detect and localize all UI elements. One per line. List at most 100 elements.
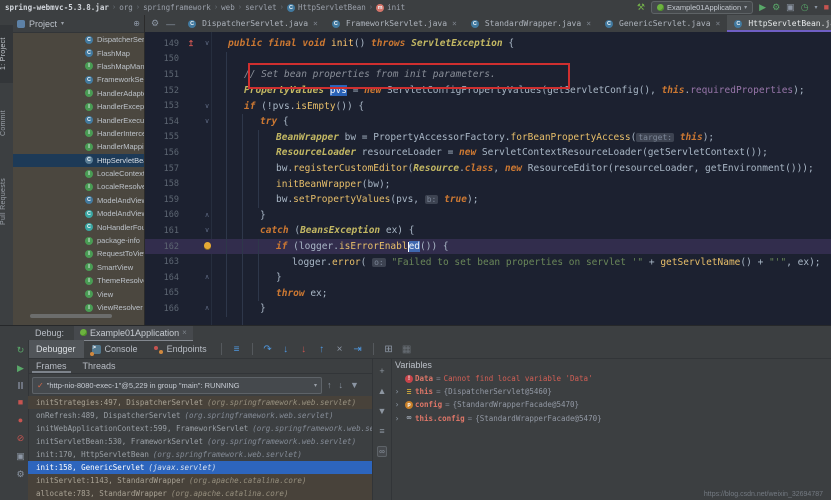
watch-menu-icon[interactable]: ≡ [379, 426, 384, 436]
view-tab-threads[interactable]: Threads [75, 358, 124, 373]
move-watch-down-icon[interactable]: ▼ [378, 406, 387, 416]
close-icon[interactable]: × [586, 19, 591, 28]
variable-row[interactable]: !Data=Cannot find local variable 'Data' [391, 372, 831, 385]
drop-frame-icon[interactable]: × [331, 344, 349, 355]
stack-frame[interactable]: init:158, GenericServlet(javax.servlet) [28, 461, 372, 474]
build-hammer-icon[interactable]: ⚒ [637, 2, 645, 13]
project-tree-item[interactable]: IHandlerMapping [13, 140, 144, 153]
line-number[interactable]: 158 [145, 179, 183, 189]
fold-marker[interactable] [199, 242, 215, 251]
project-tree-item[interactable]: IHandlerAdapter [13, 87, 144, 100]
project-tree-item[interactable]: IRequestToViewName [13, 247, 144, 260]
layout-menu-icon[interactable]: ≡ [228, 344, 246, 355]
chevron-down-icon[interactable]: ▾ [815, 4, 818, 11]
fold-marker[interactable]: ∧ [199, 305, 215, 312]
run-button[interactable]: ▶ [759, 3, 766, 12]
debug-button[interactable]: ⚙ [772, 3, 780, 12]
line-number[interactable]: 157 [145, 164, 183, 174]
add-watch-icon[interactable]: + [379, 366, 384, 376]
project-tree-item[interactable]: ISmartView [13, 261, 144, 274]
show-watches-icon[interactable]: ∞ [377, 446, 387, 457]
variable-row[interactable]: ›≡this={DispatcherServlet@5460} [391, 385, 831, 398]
project-tree-item[interactable]: IThemeResolver [13, 274, 144, 287]
fold-marker[interactable]: ∨ [199, 227, 215, 234]
editor-tab[interactable]: CFrameworkServlet.java× [325, 15, 464, 32]
project-tree-item[interactable]: CHttpServletBean [13, 154, 144, 167]
move-watch-up-icon[interactable]: ▲ [378, 386, 387, 396]
editor-tab[interactable]: CDispatcherServlet.java× [181, 15, 325, 32]
editor-tab[interactable]: CStandardWrapper.java× [464, 15, 598, 32]
fold-marker[interactable]: ∧ [199, 212, 215, 219]
coverage-button[interactable]: ▣ [786, 3, 795, 12]
project-tree-item[interactable]: CDispatcherServlet [13, 33, 144, 46]
variable-row[interactable]: ›pconfig={StandardWrapperFacade@5470} [391, 398, 831, 411]
expand-chevron-icon[interactable]: › [391, 400, 403, 409]
debug-tab-debugger[interactable]: Debugger [28, 340, 84, 358]
project-tree-item[interactable]: IHandlerIntercepto [13, 127, 144, 140]
project-tree-item[interactable]: CFrameworkServlet [13, 73, 144, 86]
settings-gear-icon[interactable]: ⚙ [16, 470, 24, 479]
editor-tab[interactable]: CGenericServlet.java× [598, 15, 727, 32]
line-number[interactable]: 152 [145, 86, 183, 96]
line-number[interactable]: 161 [145, 226, 183, 236]
stop-button[interactable]: ■ [824, 3, 829, 12]
variable-row[interactable]: ›∞this.config={StandardWrapperFacade@547… [391, 412, 831, 425]
project-tree-item[interactable]: CModelAndViewDefin [13, 207, 144, 220]
project-tree-item[interactable]: CHandlerExecutionC [13, 113, 144, 126]
editor-tab[interactable]: CHttpServletBean.java× [727, 15, 831, 32]
stop-icon[interactable]: ■ [18, 398, 23, 407]
pause-icon[interactable] [18, 382, 24, 389]
view-tab-frames[interactable]: Frames [28, 358, 75, 373]
step-over-icon[interactable]: ↷ [259, 344, 277, 355]
close-icon[interactable]: × [716, 19, 721, 28]
code-editor[interactable]: 149↥∨public final void init() throws Ser… [145, 32, 831, 325]
horizontal-scrollbar[interactable] [30, 314, 112, 318]
filter-frames-icon[interactable]: ▼ [350, 380, 359, 390]
thread-selector[interactable]: ✓ "http-nio-8080-exec-1"@5,229 in group … [32, 377, 322, 394]
fold-marker[interactable]: ∨ [199, 118, 215, 125]
override-marker-icon[interactable]: ↥ [188, 39, 195, 48]
stack-frame[interactable]: initServlet:1143, StandardWrapper(org.ap… [28, 474, 372, 487]
close-icon[interactable]: × [452, 19, 457, 28]
gear-icon[interactable]: ⚙ [151, 18, 159, 29]
breadcrumb-item[interactable]: servlet [245, 3, 277, 12]
run-config-selector[interactable]: Example01Application ▾ [651, 1, 753, 14]
fold-marker[interactable]: ∨ [199, 103, 215, 110]
force-step-into-icon[interactable]: ↓ [295, 344, 313, 355]
project-tree-item[interactable]: IFlashMapManager [13, 60, 144, 73]
project-tree-item[interactable]: IHandlerExceptionR [13, 100, 144, 113]
line-number[interactable]: 156 [145, 148, 183, 158]
project-tree-item[interactable]: ILocaleContextReso [13, 167, 144, 180]
line-number[interactable]: 165 [145, 288, 183, 298]
line-number[interactable]: 159 [145, 195, 183, 205]
profiler-button[interactable]: ◷ [801, 3, 809, 12]
breadcrumb-item[interactable]: springframework [143, 3, 211, 12]
line-number[interactable]: 149 [145, 39, 183, 49]
expand-chevron-icon[interactable]: › [391, 414, 403, 423]
intention-bulb-icon[interactable] [204, 242, 211, 249]
line-number[interactable]: 150 [145, 54, 183, 64]
line-number[interactable]: 162 [145, 242, 183, 252]
tool-window-button[interactable]: Commit [0, 103, 13, 143]
line-number[interactable]: 160 [145, 210, 183, 220]
step-out-icon[interactable]: ↑ [313, 344, 331, 355]
project-tree-item[interactable]: IViewResolver [13, 301, 144, 314]
stack-frame[interactable]: initWebApplicationContext:599, Framework… [28, 422, 372, 435]
step-into-icon[interactable]: ↓ [277, 344, 295, 355]
line-number[interactable]: 163 [145, 257, 183, 267]
layout-settings-icon[interactable]: ▦ [398, 344, 416, 355]
line-number[interactable]: 153 [145, 101, 183, 111]
project-tree-item[interactable]: ILocaleResolver [13, 180, 144, 193]
line-number[interactable]: 151 [145, 70, 183, 80]
breadcrumb-item[interactable]: spring-webmvc-5.3.8.jar [5, 3, 109, 12]
rerun-icon[interactable]: ↻ [17, 346, 25, 355]
breadcrumb-item[interactable]: org [119, 3, 133, 12]
breadcrumb-item[interactable]: minit [376, 3, 405, 12]
stack-frame[interactable]: init:170, HttpServletBean(org.springfram… [28, 448, 372, 461]
expand-chevron-icon[interactable]: › [391, 387, 403, 396]
hide-panel-icon[interactable]: — [166, 19, 175, 29]
stack-frame[interactable]: onRefresh:489, DispatcherServlet(org.spr… [28, 409, 372, 422]
stack-frame[interactable]: allocate:783, StandardWrapper(org.apache… [28, 487, 372, 500]
locate-file-icon[interactable]: ⊕ [133, 19, 140, 28]
line-number[interactable]: 166 [145, 304, 183, 314]
